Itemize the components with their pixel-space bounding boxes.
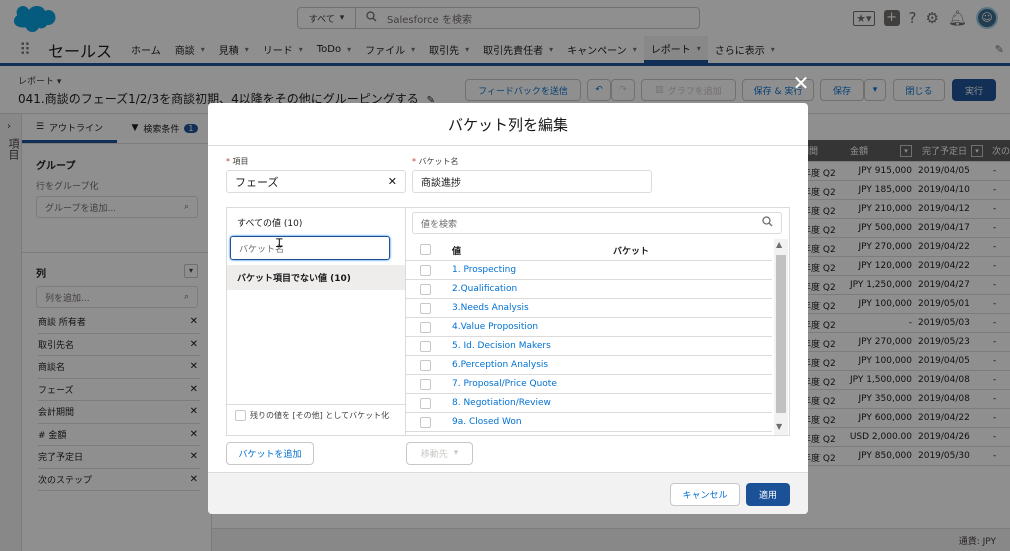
add-bucket-label: バケットを追加 — [238, 450, 302, 460]
search-values-input[interactable]: 値を検索 — [412, 212, 782, 234]
scrollbar-thumb[interactable] — [776, 255, 786, 413]
buckets-list-box: すべての値 (10) バケット名 Ɪ バケット項目でない値 (10) 残りの値を… — [226, 207, 406, 436]
values-table-header: 値 バケット — [406, 239, 772, 261]
value-row[interactable]: 2.Qualification — [406, 280, 772, 299]
edit-bucket-column-modal: バケット列を編集 * 項目 フェーズ ✕ * バケット名 商談進捗 すべての値 … — [208, 103, 808, 514]
cancel-label: キャンセル — [682, 491, 728, 501]
add-bucket-button[interactable]: バケットを追加 — [226, 442, 314, 465]
cancel-button[interactable]: キャンセル — [670, 483, 740, 506]
bucket-name-label: * バケット名 — [412, 157, 459, 166]
value-row[interactable]: 5. Id. Decision Makers — [406, 337, 772, 356]
value-checkbox[interactable] — [420, 265, 431, 276]
text-cursor-icon: Ɪ — [276, 236, 283, 250]
value-label[interactable]: 6.Perception Analysis — [452, 360, 548, 370]
value-checkbox[interactable] — [420, 284, 431, 295]
value-checkbox[interactable] — [420, 360, 431, 371]
value-column-header: 値 — [452, 247, 462, 257]
value-row[interactable]: 6.Perception Analysis — [406, 356, 772, 375]
bucket-name-input[interactable]: 商談進捗 — [412, 170, 652, 193]
value-checkbox[interactable] — [420, 322, 431, 333]
value-row[interactable]: 9a. Closed Won — [406, 413, 772, 432]
value-row[interactable]: 3.Needs Analysis — [406, 299, 772, 318]
select-all-checkbox[interactable] — [420, 244, 431, 255]
modal-footer: キャンセル 適用 — [208, 472, 808, 514]
value-label[interactable]: 5. Id. Decision Makers — [452, 341, 551, 351]
modal-header: バケット列を編集 — [208, 103, 808, 146]
remaining-values-option[interactable]: 残りの値を [その他] としてバケット化 — [227, 404, 405, 436]
all-values-item[interactable]: すべての値 (10) — [237, 216, 302, 229]
value-row[interactable]: 4.Value Proposition — [406, 318, 772, 337]
scroll-up-icon[interactable]: ▲ — [776, 241, 782, 249]
value-label[interactable]: 8. Negotiation/Review — [452, 398, 551, 408]
search-values-placeholder: 値を検索 — [421, 219, 458, 230]
value-row[interactable]: 8. Negotiation/Review — [406, 394, 772, 413]
values-box: 値を検索 値 バケット 1. Prospecting 2.Qualificatio… — [405, 207, 790, 436]
value-checkbox[interactable] — [420, 341, 431, 352]
new-bucket-name-input[interactable]: バケット名 — [230, 236, 390, 260]
value-checkbox[interactable] — [420, 379, 431, 390]
move-to-button[interactable]: 移動先 ▾ — [406, 442, 473, 465]
field-label: * 項目 — [226, 157, 249, 166]
search-icon — [762, 216, 773, 230]
field-value: フェーズ — [235, 175, 279, 189]
bucket-column-header: バケット — [613, 247, 650, 257]
field-label-text: 項目 — [232, 157, 249, 166]
bucket-name-label-text: バケット名 — [418, 157, 459, 166]
value-label[interactable]: 9a. Closed Won — [452, 417, 522, 427]
remaining-values-label: 残りの値を [その他] としてバケット化 — [250, 411, 390, 420]
clear-icon[interactable]: ✕ — [388, 176, 397, 187]
apply-button[interactable]: 適用 — [746, 483, 790, 506]
field-select[interactable]: フェーズ ✕ — [226, 170, 406, 193]
value-checkbox[interactable] — [420, 398, 431, 409]
bucket-name-value: 商談進捗 — [421, 178, 461, 189]
value-label[interactable]: 7. Proposal/Price Quote — [452, 379, 557, 389]
scroll-down-icon[interactable]: ▼ — [776, 423, 782, 431]
value-checkbox[interactable] — [420, 303, 431, 314]
value-label[interactable]: 2.Qualification — [452, 284, 517, 294]
value-label[interactable]: 3.Needs Analysis — [452, 303, 529, 313]
modal-title: バケット列を編集 — [447, 115, 568, 134]
value-row[interactable]: 7. Proposal/Price Quote — [406, 375, 772, 394]
values-scrollbar[interactable]: ▲ ▼ — [774, 239, 788, 435]
value-row[interactable]: 1. Prospecting — [406, 261, 772, 280]
apply-label: 適用 — [758, 491, 777, 501]
remaining-values-checkbox[interactable] — [235, 410, 246, 421]
close-icon[interactable]: ✕ — [789, 73, 813, 97]
value-label[interactable]: 1. Prospecting — [452, 265, 516, 275]
move-to-label: 移動先 — [420, 450, 448, 460]
value-label[interactable]: 4.Value Proposition — [452, 322, 538, 332]
non-bucket-values-item[interactable]: バケット項目でない値 (10) — [227, 265, 405, 290]
chevron-down-icon: ▾ — [453, 448, 459, 458]
value-checkbox[interactable] — [420, 417, 431, 428]
